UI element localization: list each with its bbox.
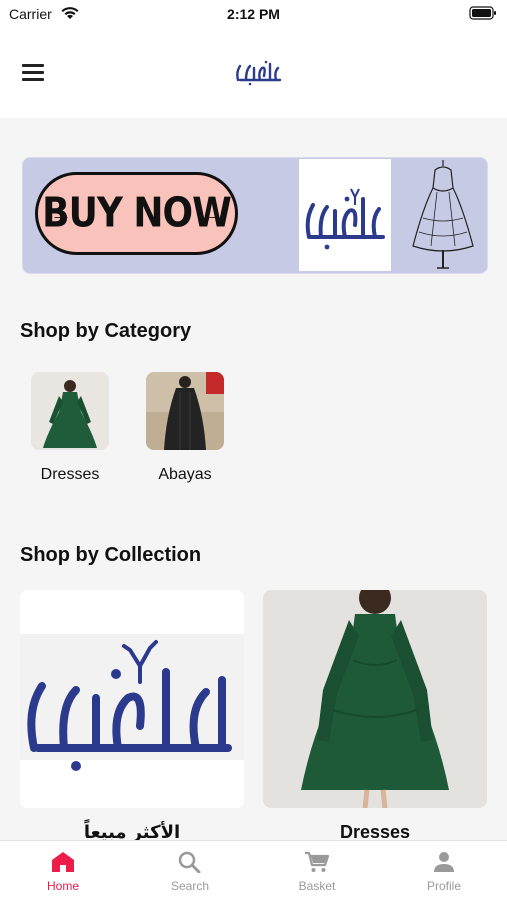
status-bar: Carrier 2:12 PM <box>0 0 507 30</box>
tab-profile[interactable]: Profile <box>381 841 507 901</box>
category-dresses[interactable]: Dresses <box>25 372 115 484</box>
category-abayas-label: Abayas <box>158 466 212 483</box>
dress-illustration <box>401 158 485 273</box>
category-dresses-image <box>31 372 109 450</box>
person-icon <box>434 852 454 872</box>
tab-basket[interactable]: Basket <box>254 841 380 901</box>
tab-profile-label: Profile <box>426 879 461 893</box>
shop-by-category-title: Shop by Category <box>20 320 192 342</box>
banner-brand-logo <box>299 159 391 271</box>
hamburger-menu-icon[interactable] <box>22 60 48 84</box>
category-abayas[interactable]: Abayas <box>140 372 230 484</box>
tab-basket-label: Basket <box>298 879 336 893</box>
buy-now-pill: → BUY NOW ← <box>35 172 238 255</box>
shop-by-collection-title: Shop by Collection <box>20 544 202 566</box>
arrow-left-icon: ← <box>201 201 223 226</box>
tab-home-label: Home <box>46 879 79 893</box>
brand-logo[interactable] <box>232 54 284 88</box>
clock-time: 2:12 PM <box>227 6 280 22</box>
category-dresses-label: Dresses <box>40 466 100 483</box>
collection-bestsellers-image <box>20 590 244 808</box>
battery-icon <box>469 6 497 23</box>
category-abayas-image <box>146 372 224 450</box>
app-header <box>0 30 507 118</box>
collection-bestsellers[interactable]: الأكثر مبيعاً <box>20 590 244 843</box>
tab-search[interactable]: Search <box>127 841 253 901</box>
collection-dresses-image <box>263 590 487 808</box>
search-icon <box>178 851 201 873</box>
cart-icon <box>305 851 330 872</box>
tab-home[interactable]: Home <box>0 841 126 901</box>
bottom-tab-bar: Home Search Basket Profile <box>0 840 507 901</box>
collection-dresses[interactable]: Dresses <box>263 590 487 843</box>
promo-banner[interactable]: → BUY NOW ← <box>22 157 488 274</box>
tab-search-label: Search <box>170 879 210 893</box>
home-icon <box>52 852 74 872</box>
